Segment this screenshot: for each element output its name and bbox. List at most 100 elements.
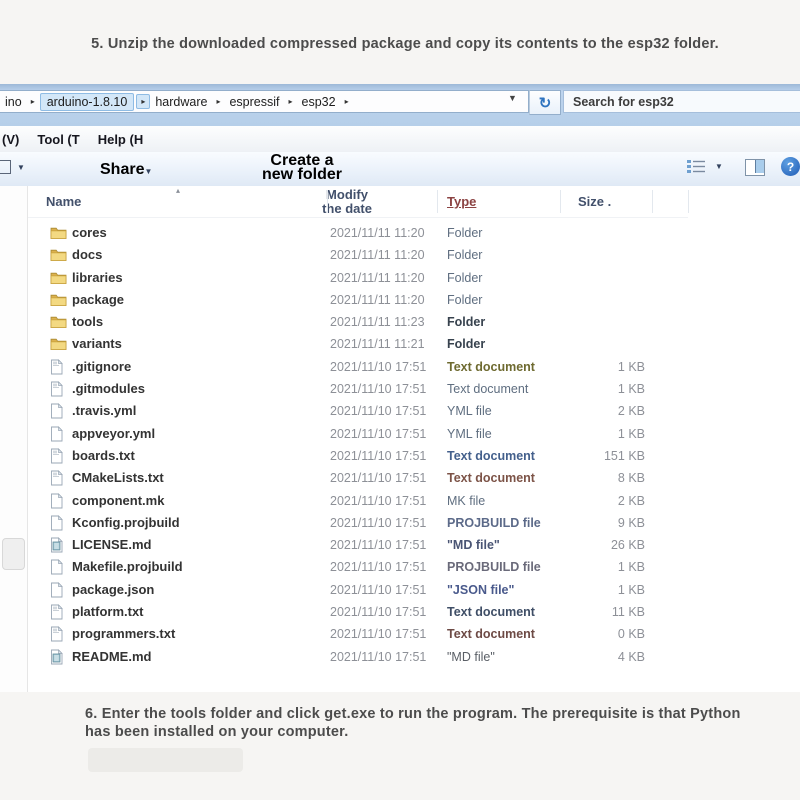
new-folder-button[interactable]: Create a new folder — [232, 154, 372, 182]
share-button[interactable]: Share▼ — [100, 161, 152, 179]
file-name: component.mk — [72, 493, 164, 508]
modified-label-line2: the date — [302, 202, 392, 216]
breadcrumb-arrow-icon[interactable]: ▸ — [212, 97, 224, 106]
file-name: LICENSE.md — [72, 537, 151, 552]
organize-button-clipped[interactable]: ▼ — [0, 160, 46, 174]
file-type: PROJBUILD file — [447, 516, 541, 530]
column-header-size[interactable]: Size . — [578, 194, 611, 209]
step6-line1: 6. Enter the tools folder and click get.… — [85, 705, 765, 723]
file-row[interactable]: appveyor.yml2021/11/10 17:51YML file1 KB — [0, 423, 800, 445]
file-row[interactable]: package.json2021/11/10 17:51"JSON file"1… — [0, 579, 800, 601]
file-lines-icon — [50, 381, 67, 397]
file-row[interactable]: programmers.txt 2021/11/10 17:51 Text docu… — [0, 623, 800, 645]
file-row[interactable]: libraries2021/11/11 11:20Folder — [0, 267, 800, 289]
file-size: 8 KB — [563, 471, 645, 485]
file-row[interactable]: LICENSE.md2021/11/10 17:51"MD file"26 KB — [0, 534, 800, 556]
file-row[interactable]: component.mk2021/11/10 17:51MK file2 KB — [0, 490, 800, 512]
menu-item-view[interactable]: (V) — [0, 132, 37, 147]
file-type: "MD file" — [447, 650, 495, 664]
file-row[interactable]: package2021/11/11 11:20Folder — [0, 289, 800, 311]
file-row[interactable]: boards.txt2021/11/10 17:51Text document1… — [0, 445, 800, 467]
file-name: docs — [72, 247, 102, 262]
file-size: 11 KB — [563, 605, 645, 619]
help-button[interactable]: ? — [781, 157, 800, 176]
search-input[interactable]: Search for esp32 — [563, 90, 800, 113]
screenshot-page: 5. Unzip the downloaded compressed packa… — [0, 0, 800, 800]
breadcrumb-arrow-icon[interactable]: ▸ — [136, 94, 150, 109]
preview-pane-button[interactable] — [745, 159, 765, 176]
file-type: PROJBUILD file — [447, 560, 541, 574]
file-type: MK file — [447, 494, 485, 508]
file-type: Text document — [447, 605, 535, 619]
file-size: 151 KB — [563, 449, 645, 463]
file-type: "JSON file" — [447, 583, 514, 597]
file-modified-date: 2021/11/11 11:20 — [330, 248, 425, 262]
breadcrumb-item[interactable]: esp32 — [297, 95, 341, 109]
file-row[interactable]: README.md2021/11/10 17:51"MD file"4 KB — [0, 646, 800, 668]
breadcrumb-arrow-icon[interactable]: ▸ — [341, 97, 353, 106]
instruction-step6: 6. Enter the tools folder and click get.… — [85, 705, 765, 741]
file-row[interactable]: docs 2021/11/11 11:20 Folder — [0, 244, 800, 266]
help-icon: ? — [787, 160, 794, 174]
column-divider — [327, 190, 328, 213]
file-modified-date: 2021/11/10 17:51 — [330, 627, 426, 641]
file-row[interactable]: variants2021/11/11 11:21Folder — [0, 333, 800, 355]
clipped-button-icon — [0, 160, 11, 174]
views-icon — [686, 159, 707, 174]
search-placeholder-text: Search for esp32 — [573, 95, 674, 109]
file-size: 1 KB — [563, 382, 645, 396]
file-icon — [50, 515, 67, 531]
breadcrumb-item[interactable]: hardware — [150, 95, 212, 109]
refresh-button[interactable]: ↻ — [529, 90, 561, 115]
file-type: Folder — [447, 271, 482, 285]
file-type: Folder — [447, 337, 485, 351]
file-name: platform.txt — [72, 604, 144, 619]
file-row[interactable]: cores2021/11/11 11:20Folder — [0, 222, 800, 244]
file-type: YML file — [447, 404, 492, 418]
file-type: Text document — [447, 382, 528, 396]
column-header-name[interactable]: Name — [46, 194, 81, 209]
breadcrumb-arrow-icon[interactable]: ▸ — [285, 97, 297, 106]
file-row[interactable]: CMakeLists.txt2021/11/10 17:51Text docum… — [0, 467, 800, 489]
column-divider — [560, 190, 561, 213]
file-row[interactable]: .gitmodules2021/11/10 17:51Text document… — [0, 378, 800, 400]
file-type: Folder — [447, 248, 482, 262]
file-row[interactable]: tools2021/11/11 11:23Folder — [0, 311, 800, 333]
file-type: YML file — [447, 427, 492, 441]
file-row[interactable]: Kconfig.projbuild2021/11/10 17:51PROJBUI… — [0, 512, 800, 534]
file-type: Text document — [447, 627, 535, 641]
file-size: 2 KB — [563, 494, 645, 508]
file-lines-icon — [50, 626, 67, 642]
column-header-modified[interactable]: Modify the date — [302, 188, 392, 216]
file-size: 26 KB — [563, 538, 645, 552]
file-name: CMakeLists.txt — [72, 470, 164, 485]
file-name: variants — [72, 336, 122, 351]
column-divider — [688, 190, 689, 213]
file-type: "MD file" — [447, 538, 500, 552]
breadcrumb-item[interactable]: ino — [0, 95, 27, 109]
sort-ascending-icon: ▴ — [176, 186, 180, 195]
column-header-type[interactable]: Type — [447, 194, 476, 209]
file-modified-date: 2021/11/11 11:20 — [330, 293, 425, 307]
file-row[interactable]: .travis.yml2021/11/10 17:51YML file2 KB — [0, 400, 800, 422]
breadcrumb[interactable]: ino▸arduino-1.8.10▸hardware▸espressif▸es… — [0, 90, 529, 113]
file-row[interactable]: Makefile.projbuild2021/11/10 17:51PROJBU… — [0, 556, 800, 578]
file-modified-date: 2021/11/10 17:51 — [330, 605, 426, 619]
menu-item-tool[interactable]: Tool (T — [37, 132, 97, 147]
folder-icon — [50, 336, 67, 352]
breadcrumb-arrow-icon[interactable]: ▸ — [27, 97, 39, 106]
breadcrumb-item[interactable]: espressif — [224, 95, 284, 109]
menu-bar: (V) Tool (T Help (H — [0, 126, 800, 152]
file-name: .gitmodules — [72, 381, 145, 396]
file-name: programmers.txt — [72, 626, 175, 641]
file-row[interactable]: platform.txt 2021/11/10 17:51 Text documen… — [0, 601, 800, 623]
file-row[interactable]: .gitignore2021/11/10 17:51Text document1… — [0, 356, 800, 378]
file-lines-icon — [50, 604, 67, 620]
menu-item-help[interactable]: Help (H — [98, 132, 162, 147]
file-name: Makefile.projbuild — [72, 559, 183, 574]
address-dropdown-icon[interactable]: ▼ — [508, 93, 517, 103]
change-view-button[interactable]: ▼ — [686, 159, 723, 174]
file-md-icon — [50, 537, 67, 553]
folder-icon — [50, 292, 67, 308]
breadcrumb-item[interactable]: arduino-1.8.10 — [40, 93, 135, 111]
